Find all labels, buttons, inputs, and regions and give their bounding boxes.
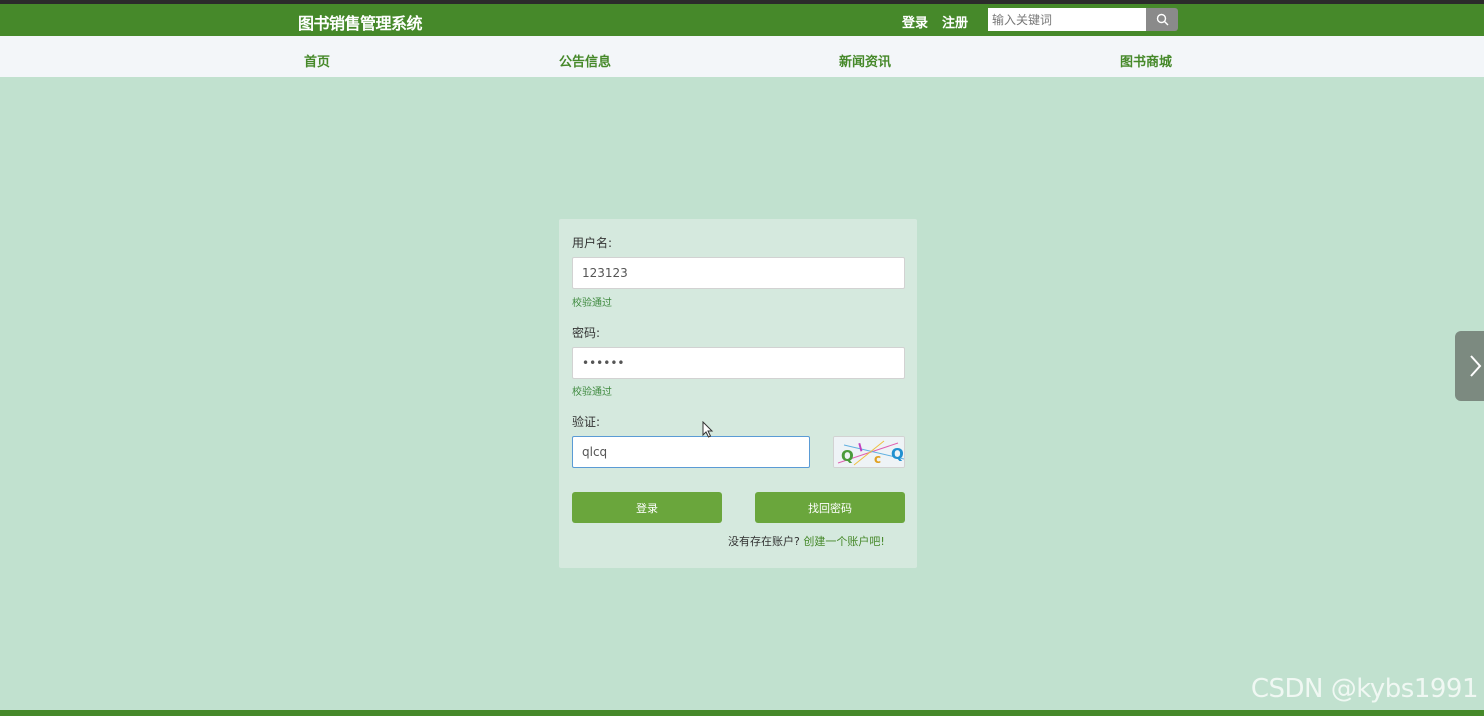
search-input[interactable] — [988, 8, 1146, 31]
mouse-cursor — [702, 420, 714, 442]
password-label: 密码: — [572, 326, 601, 340]
captcha-input[interactable] — [572, 436, 810, 468]
site-title: 图书销售管理系统 — [298, 14, 423, 33]
side-expand-tab[interactable] — [1455, 331, 1484, 401]
chevron-right-icon — [1470, 355, 1482, 377]
create-account-link[interactable]: 创建一个账户吧! — [803, 535, 884, 548]
svg-text:Q: Q — [841, 447, 854, 465]
nav-item-news[interactable]: 新闻资讯 — [839, 51, 891, 70]
password-status: 校验通过 — [572, 387, 612, 398]
search-button[interactable] — [1146, 8, 1178, 31]
nav-item-announcements[interactable]: 公告信息 — [559, 51, 611, 70]
login-button[interactable]: 登录 — [572, 492, 722, 523]
recover-password-button[interactable]: 找回密码 — [755, 492, 905, 523]
signup-prompt: 没有存在账户? 创建一个账户吧! — [728, 533, 885, 549]
username-input[interactable] — [572, 257, 905, 289]
mouse-pointer-icon — [702, 420, 714, 438]
header-bar: 图书销售管理系统 登录 注册 — [0, 4, 1484, 36]
login-card: 用户名: 校验通过 密码: 校验通过 验证: Q l c Q 登录 找回密码 没… — [559, 219, 917, 568]
search-icon — [1156, 13, 1168, 26]
header-register-link[interactable]: 注册 — [942, 12, 968, 31]
csdn-watermark: CSDN @kybs1991 — [1250, 674, 1479, 704]
svg-text:c: c — [874, 452, 881, 466]
captcha-image[interactable]: Q l c Q — [833, 436, 905, 468]
captcha-label: 验证: — [572, 415, 601, 429]
captcha-graphic: Q l c Q — [834, 437, 904, 467]
signup-prompt-text: 没有存在账户? — [728, 535, 800, 548]
svg-text:Q: Q — [891, 445, 904, 463]
header-login-link[interactable]: 登录 — [902, 12, 928, 31]
nav-item-book-store[interactable]: 图书商城 — [1120, 51, 1172, 70]
main-nav: 首页 公告信息 新闻资讯 图书商城 — [0, 36, 1484, 77]
password-input[interactable] — [572, 347, 905, 379]
nav-item-home[interactable]: 首页 — [304, 51, 330, 70]
username-status: 校验通过 — [572, 298, 612, 309]
footer-strip — [0, 710, 1484, 716]
username-label: 用户名: — [572, 236, 613, 250]
